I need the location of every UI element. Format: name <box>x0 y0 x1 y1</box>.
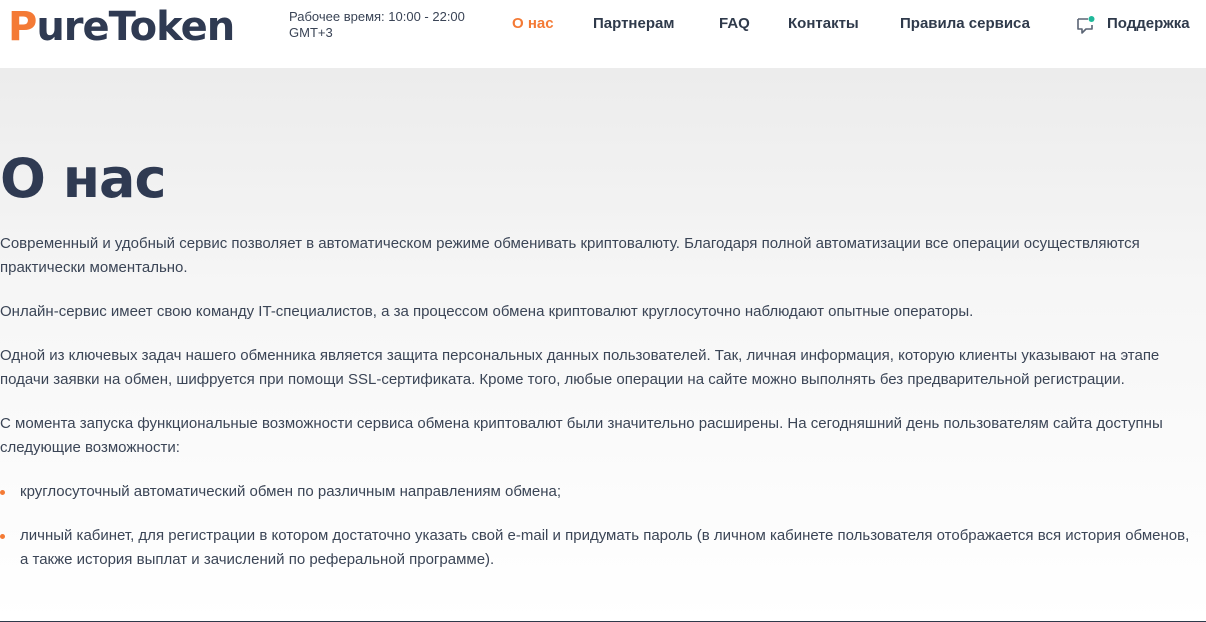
about-text: Современный и удобный сервис позволяет в… <box>0 232 1200 592</box>
site-header: PureToken Рабочее время: 10:00 - 22:00 G… <box>0 0 1206 68</box>
nav-item-rules[interactable]: Правила сервиса <box>900 15 1030 33</box>
features-list: круглосуточный автоматический обмен по р… <box>0 480 1200 572</box>
paragraph: С момента запуска функциональные возможн… <box>0 415 1163 456</box>
paragraph: Онлайн-сервис имеет свою команду IT-спец… <box>0 303 974 320</box>
list-item: круглосуточный автоматический обмен по р… <box>0 480 1200 504</box>
site-logo[interactable]: PureToken <box>8 4 235 50</box>
paragraph: Современный и удобный сервис позволяет в… <box>0 235 1140 276</box>
page-title: О нас <box>0 147 166 210</box>
list-item-text: круглосуточный автоматический обмен по р… <box>20 483 562 500</box>
nav-item-partners[interactable]: Партнерам <box>593 15 674 33</box>
bullet-icon <box>0 490 5 495</box>
nav-item-faq[interactable]: FAQ <box>719 15 750 33</box>
working-hours: Рабочее время: 10:00 - 22:00 GMT+3 <box>289 9 465 40</box>
paragraph: Одной из ключевых задач нашего обменника… <box>0 347 1160 388</box>
nav-item-about[interactable]: О нас <box>512 15 554 33</box>
main-content: О нас Современный и удобный сервис позво… <box>0 68 1206 621</box>
nav-item-contacts[interactable]: Контакты <box>788 15 859 33</box>
list-item-text: личный кабинет, для регистрации в которо… <box>20 527 1190 568</box>
bullet-icon <box>0 534 5 539</box>
logo-rest: ureToken <box>36 4 235 50</box>
list-item: личный кабинет, для регистрации в которо… <box>0 524 1200 572</box>
logo-letter-p: P <box>8 4 37 50</box>
support-label: Поддержка <box>1107 15 1190 32</box>
chat-bubble-icon <box>1076 15 1096 35</box>
